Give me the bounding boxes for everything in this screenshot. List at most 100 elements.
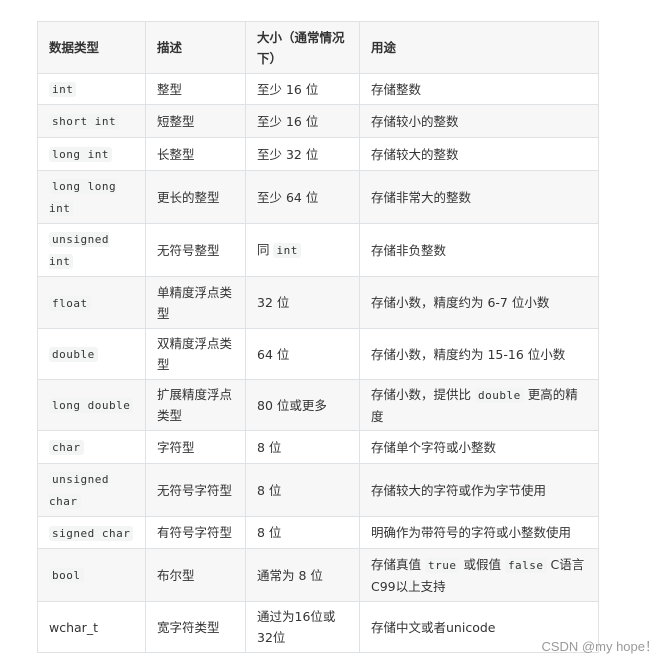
cell-usage: 存储小数，精度约为 6-7 位小数 (359, 276, 599, 329)
table-header-row: 数据类型 描述 大小（通常情况下） 用途 (37, 21, 599, 74)
inline-code: true (424, 557, 460, 573)
cell-size: 32 位 (245, 276, 360, 329)
cell-usage: 明确作为带符号的字符或小整数使用 (359, 516, 599, 549)
table-row: double 双精度浮点类型 64 位 存储小数，精度约为 15-16 位小数 (37, 328, 599, 380)
cell-description: 布尔型 (145, 548, 246, 602)
cell-text: wchar_t (49, 619, 98, 635)
cell-text: 通常为 8 位 (257, 567, 323, 583)
table-row: unsigned int 无符号整型同 int 存储非负整数 (37, 223, 599, 277)
cell-usage: 存储较小的整数 (359, 104, 599, 138)
watermark: CSDN @my hope！ (541, 639, 658, 654)
table-row: short int 短整型 至少 16 位 存储较小的整数 (37, 104, 599, 138)
cell-description: 宽字符类型 (145, 601, 246, 653)
inline-code: long long int (49, 179, 117, 216)
cell-size: 同 int (245, 223, 360, 277)
cell-text: 至少 16 位 (257, 113, 319, 129)
cell-size: 至少 16 位 (245, 73, 360, 105)
inline-code: double (474, 387, 524, 403)
table-row: long double 扩展精度浮点类型 80 位或更多 存储小数，提供比 doubl… (37, 379, 599, 431)
cell-description: 有符号字符型 (145, 516, 246, 549)
inline-code: int (49, 82, 77, 97)
cell-data-type: bool (37, 548, 146, 602)
cell-description: 扩展精度浮点类型 (145, 379, 246, 431)
cell-data-type: unsigned char (37, 463, 146, 517)
cell-text: 80 位或更多 (257, 397, 327, 413)
cell-size: 至少 32 位 (245, 137, 360, 171)
cell-description: 整型 (145, 73, 246, 105)
cell-description: 字符型 (145, 430, 246, 464)
inline-code: int (273, 243, 301, 258)
cell-description: 无符号字符型 (145, 463, 246, 517)
data-types-table: 数据类型 描述 大小（通常情况下） 用途 int 整型 至少 16 位 存储整数 sho… (37, 21, 599, 653)
table-row: char 字符型 8 位 存储单个字符或小整数 (37, 430, 599, 464)
cell-text: 64 位 (257, 346, 290, 362)
inline-code: char (49, 440, 84, 455)
inline-code: long int (49, 147, 112, 162)
table-row: float 单精度浮点类型 32 位 存储小数，精度约为 6-7 位小数 (37, 276, 599, 329)
cell-text: 8 位 (257, 482, 282, 498)
table-body: int 整型 至少 16 位存储整数 short int 短整型 至少 16 位存储较小的… (37, 73, 599, 653)
cell-size: 至少 16 位 (245, 104, 360, 138)
cell-size: 8 位 (245, 430, 360, 464)
cell-text: 存储小数，提供比 (371, 386, 475, 402)
cell-description: 无符号整型 (145, 223, 246, 277)
cell-usage: 存储非常大的整数 (359, 170, 599, 224)
cell-text: 至少 32 位 (257, 146, 319, 162)
cell-description: 长整型 (145, 137, 246, 171)
table-row: bool 布尔型 通常为 8 位 存储真值 true 或假值 false C语言C99… (37, 548, 599, 602)
cell-text: 存储小数，精度约为 6-7 位小数 (371, 295, 550, 310)
cell-text: 存储整数 (371, 81, 422, 97)
cell-size: 8 位 (245, 463, 360, 517)
cell-size: 至少 64 位 (245, 170, 360, 224)
cell-data-type: double (37, 328, 146, 380)
cell-text: 存储非负整数 (371, 242, 447, 258)
cell-text: 至少 64 位 (257, 189, 319, 205)
cell-usage: 存储较大的整数 (359, 137, 599, 171)
header-data-type: 数据类型 (37, 21, 146, 74)
cell-text: 存储较小的整数 (371, 113, 459, 129)
cell-text: 存储较大的整数 (371, 146, 459, 162)
inline-code: false (504, 557, 547, 573)
cell-size: 通过为16位或32位 (245, 601, 360, 653)
cell-data-type: long long int (37, 170, 146, 224)
cell-data-type: long double (37, 379, 146, 431)
cell-text: 存储单个字符或小整数 (371, 439, 497, 455)
cell-text: 存储中文或者unicode (371, 619, 496, 635)
inline-code: long double (49, 398, 134, 413)
cell-usage: 存储单个字符或小整数 (359, 430, 599, 464)
cell-description: 双精度浮点类型 (145, 328, 246, 380)
table-row: wchar_t 宽字符类型 通过为16位或32位 存储中文或者unicode (37, 601, 599, 653)
inline-code: unsigned int (49, 232, 109, 269)
cell-text: 8 位 (257, 439, 282, 455)
cell-text: 存储非常大的整数 (371, 189, 472, 205)
cell-usage: 存储较大的字符或作为字节使用 (359, 463, 599, 517)
cell-description: 短整型 (145, 104, 246, 138)
cell-usage: 存储非负整数 (359, 223, 599, 277)
cell-text: 明确作为带符号的字符或小整数使用 (371, 525, 572, 540)
cell-size: 64 位 (245, 328, 360, 380)
cell-data-type: char (37, 430, 146, 464)
cell-description: 更长的整型 (145, 170, 246, 224)
cell-data-type: signed char (37, 516, 146, 549)
cell-usage: 存储小数，提供比 double 更高的精度 (359, 379, 599, 431)
cell-data-type: wchar_t (37, 601, 146, 653)
header-usage: 用途 (359, 21, 599, 74)
cell-text: 至少 16 位 (257, 81, 319, 97)
cell-data-type: short int (37, 104, 146, 138)
cell-description: 单精度浮点类型 (145, 276, 246, 329)
cell-data-type: unsigned int (37, 223, 146, 277)
cell-text: 32 位 (257, 295, 290, 310)
header-size: 大小（通常情况下） (245, 21, 360, 74)
cell-data-type: long int (37, 137, 146, 171)
inline-code: unsigned char (49, 472, 109, 509)
cell-usage: 存储小数，精度约为 15-16 位小数 (359, 328, 599, 380)
header-description: 描述 (145, 21, 246, 74)
cell-size: 8 位 (245, 516, 360, 549)
cell-text: 8 位 (257, 525, 282, 540)
cell-size: 通常为 8 位 (245, 548, 360, 602)
table-row: int 整型 至少 16 位 存储整数 (37, 73, 599, 105)
inline-code: bool (49, 568, 84, 583)
cell-data-type: float (37, 276, 146, 329)
inline-code: float (49, 295, 91, 311)
table-row: signed char 有符号字符型 8 位 明确作为带符号的字符或小整数使用 (37, 516, 599, 549)
